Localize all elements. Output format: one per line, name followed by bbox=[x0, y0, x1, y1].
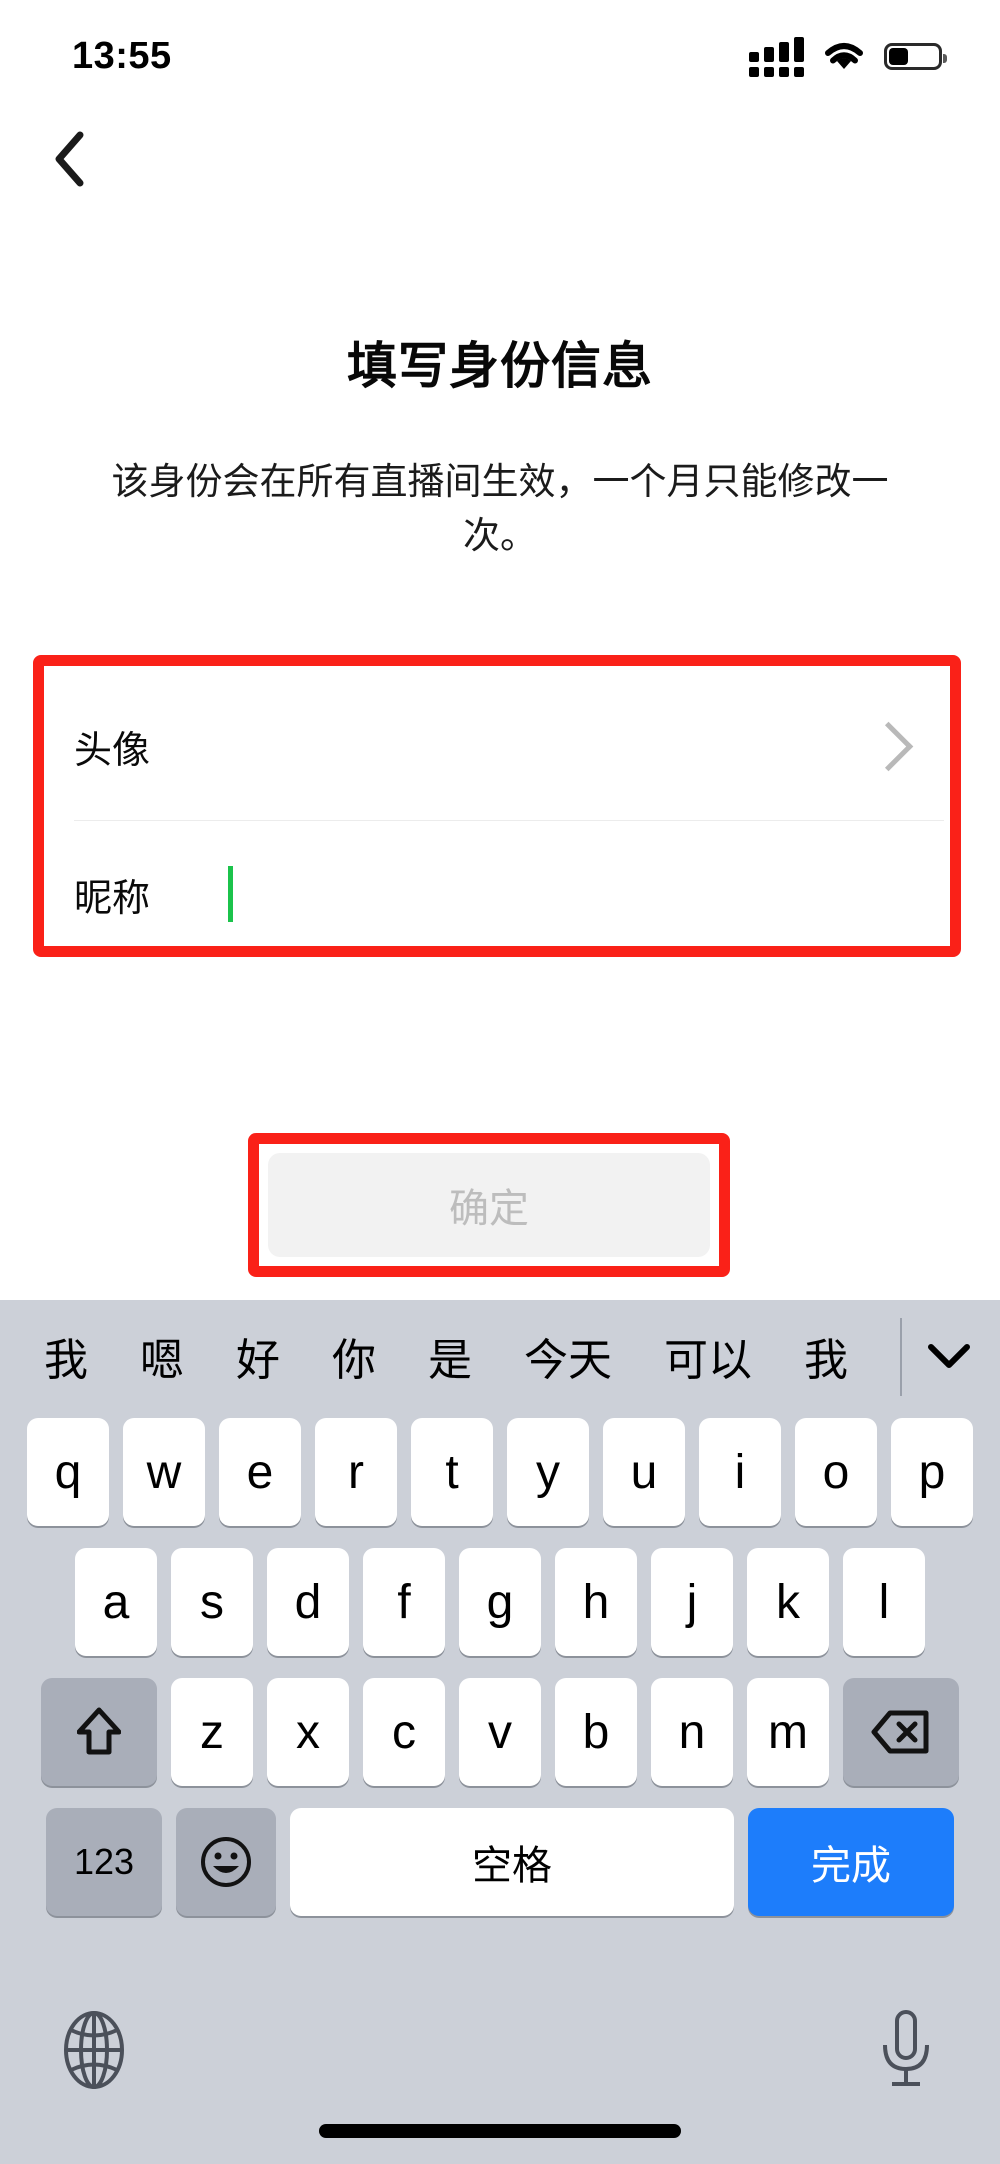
key-w[interactable]: w bbox=[123, 1418, 205, 1526]
key-i[interactable]: i bbox=[699, 1418, 781, 1526]
key-c[interactable]: c bbox=[363, 1678, 445, 1786]
keyboard-row-1: q w e r t y u i o p bbox=[0, 1418, 1000, 1526]
key-v[interactable]: v bbox=[459, 1678, 541, 1786]
battery-icon bbox=[884, 43, 947, 70]
chevron-left-icon bbox=[55, 131, 84, 187]
identity-form-card: 头像 昵称 bbox=[56, 672, 944, 968]
key-r[interactable]: r bbox=[315, 1418, 397, 1526]
numeric-mode-key[interactable]: 123 bbox=[46, 1808, 162, 1916]
key-t[interactable]: t bbox=[411, 1418, 493, 1526]
key-g[interactable]: g bbox=[459, 1548, 541, 1656]
key-a[interactable]: a bbox=[75, 1548, 157, 1656]
keyboard-row-2: a s d f g h j k l bbox=[0, 1548, 1000, 1656]
shift-up-arrow-icon bbox=[77, 1707, 121, 1755]
suggestion-item[interactable]: 好 bbox=[210, 1324, 306, 1388]
key-b[interactable]: b bbox=[555, 1678, 637, 1786]
page-subtitle: 该身份会在所有直播间生效，一个月只能修改一次。 bbox=[111, 461, 889, 556]
keyboard-row-bottom: 123 空格 完成 bbox=[0, 1808, 1000, 1916]
nickname-row-label: 昵称 bbox=[74, 877, 151, 920]
microphone-icon bbox=[883, 2010, 929, 2086]
suggestion-item[interactable]: 你 bbox=[306, 1324, 402, 1388]
key-o[interactable]: o bbox=[795, 1418, 877, 1526]
nav-bar bbox=[0, 105, 1000, 215]
suggestion-item[interactable]: 我 bbox=[778, 1324, 874, 1388]
confirm-button[interactable]: 确定 bbox=[268, 1153, 710, 1257]
wifi-icon bbox=[825, 42, 863, 69]
key-q[interactable]: q bbox=[27, 1418, 109, 1526]
keyboard-bottom-bar bbox=[0, 1990, 1000, 2164]
emoji-smiley-icon bbox=[201, 1837, 251, 1887]
nickname-text-caret bbox=[228, 866, 233, 922]
done-key[interactable]: 完成 bbox=[748, 1808, 954, 1916]
status-bar-indicators bbox=[749, 29, 947, 77]
space-key[interactable]: 空格 bbox=[290, 1808, 734, 1916]
globe-language-icon bbox=[64, 2011, 124, 2089]
home-indicator-bar bbox=[319, 2124, 681, 2138]
key-s[interactable]: s bbox=[171, 1548, 253, 1656]
keyboard-key-rows: q w e r t y u i o p a s d f g h j k l z … bbox=[0, 1412, 1000, 1916]
backspace-delete-icon bbox=[871, 1710, 929, 1754]
emoji-key[interactable] bbox=[176, 1808, 276, 1916]
form-row-avatar[interactable]: 头像 bbox=[56, 672, 944, 820]
chevron-down-icon bbox=[928, 1344, 970, 1368]
microphone-button[interactable] bbox=[864, 2008, 948, 2092]
key-e[interactable]: e bbox=[219, 1418, 301, 1526]
suggestion-expand-button[interactable] bbox=[920, 1327, 978, 1385]
key-u[interactable]: u bbox=[603, 1418, 685, 1526]
key-m[interactable]: m bbox=[747, 1678, 829, 1786]
key-n[interactable]: n bbox=[651, 1678, 733, 1786]
key-x[interactable]: x bbox=[267, 1678, 349, 1786]
key-p[interactable]: p bbox=[891, 1418, 973, 1526]
suggestion-item[interactable]: 是 bbox=[402, 1324, 498, 1388]
virtual-keyboard: 我 嗯 好 你 是 今天 可以 我 q w e r t y u i o p a bbox=[0, 1300, 1000, 2164]
key-k[interactable]: k bbox=[747, 1548, 829, 1656]
suggestion-item[interactable]: 可以 bbox=[638, 1324, 778, 1388]
key-f[interactable]: f bbox=[363, 1548, 445, 1656]
suggestion-item[interactable]: 我 bbox=[18, 1324, 114, 1388]
key-h[interactable]: h bbox=[555, 1548, 637, 1656]
status-bar: 13:55 bbox=[0, 0, 1000, 105]
form-row-nickname[interactable]: 昵称 bbox=[56, 820, 944, 968]
signal-bars-icon bbox=[749, 36, 804, 77]
backspace-key[interactable] bbox=[843, 1678, 959, 1786]
suggestion-divider bbox=[900, 1318, 902, 1396]
keyboard-row-3: z x c v b n m bbox=[0, 1678, 1000, 1786]
suggestion-item[interactable]: 今天 bbox=[498, 1324, 638, 1388]
page-title: 填写身份信息 bbox=[347, 338, 653, 394]
suggestion-item[interactable]: 嗯 bbox=[114, 1324, 210, 1388]
key-j[interactable]: j bbox=[651, 1548, 733, 1656]
back-button[interactable] bbox=[34, 123, 106, 195]
avatar-row-label: 头像 bbox=[74, 729, 151, 772]
suggestion-bar: 我 嗯 好 你 是 今天 可以 我 bbox=[0, 1300, 1000, 1412]
status-bar-time: 13:55 bbox=[72, 35, 172, 77]
key-l[interactable]: l bbox=[843, 1548, 925, 1656]
shift-key[interactable] bbox=[41, 1678, 157, 1786]
key-d[interactable]: d bbox=[267, 1548, 349, 1656]
key-z[interactable]: z bbox=[171, 1678, 253, 1786]
globe-language-button[interactable] bbox=[52, 2008, 136, 2092]
key-y[interactable]: y bbox=[507, 1418, 589, 1526]
chevron-right-icon bbox=[863, 721, 914, 771]
